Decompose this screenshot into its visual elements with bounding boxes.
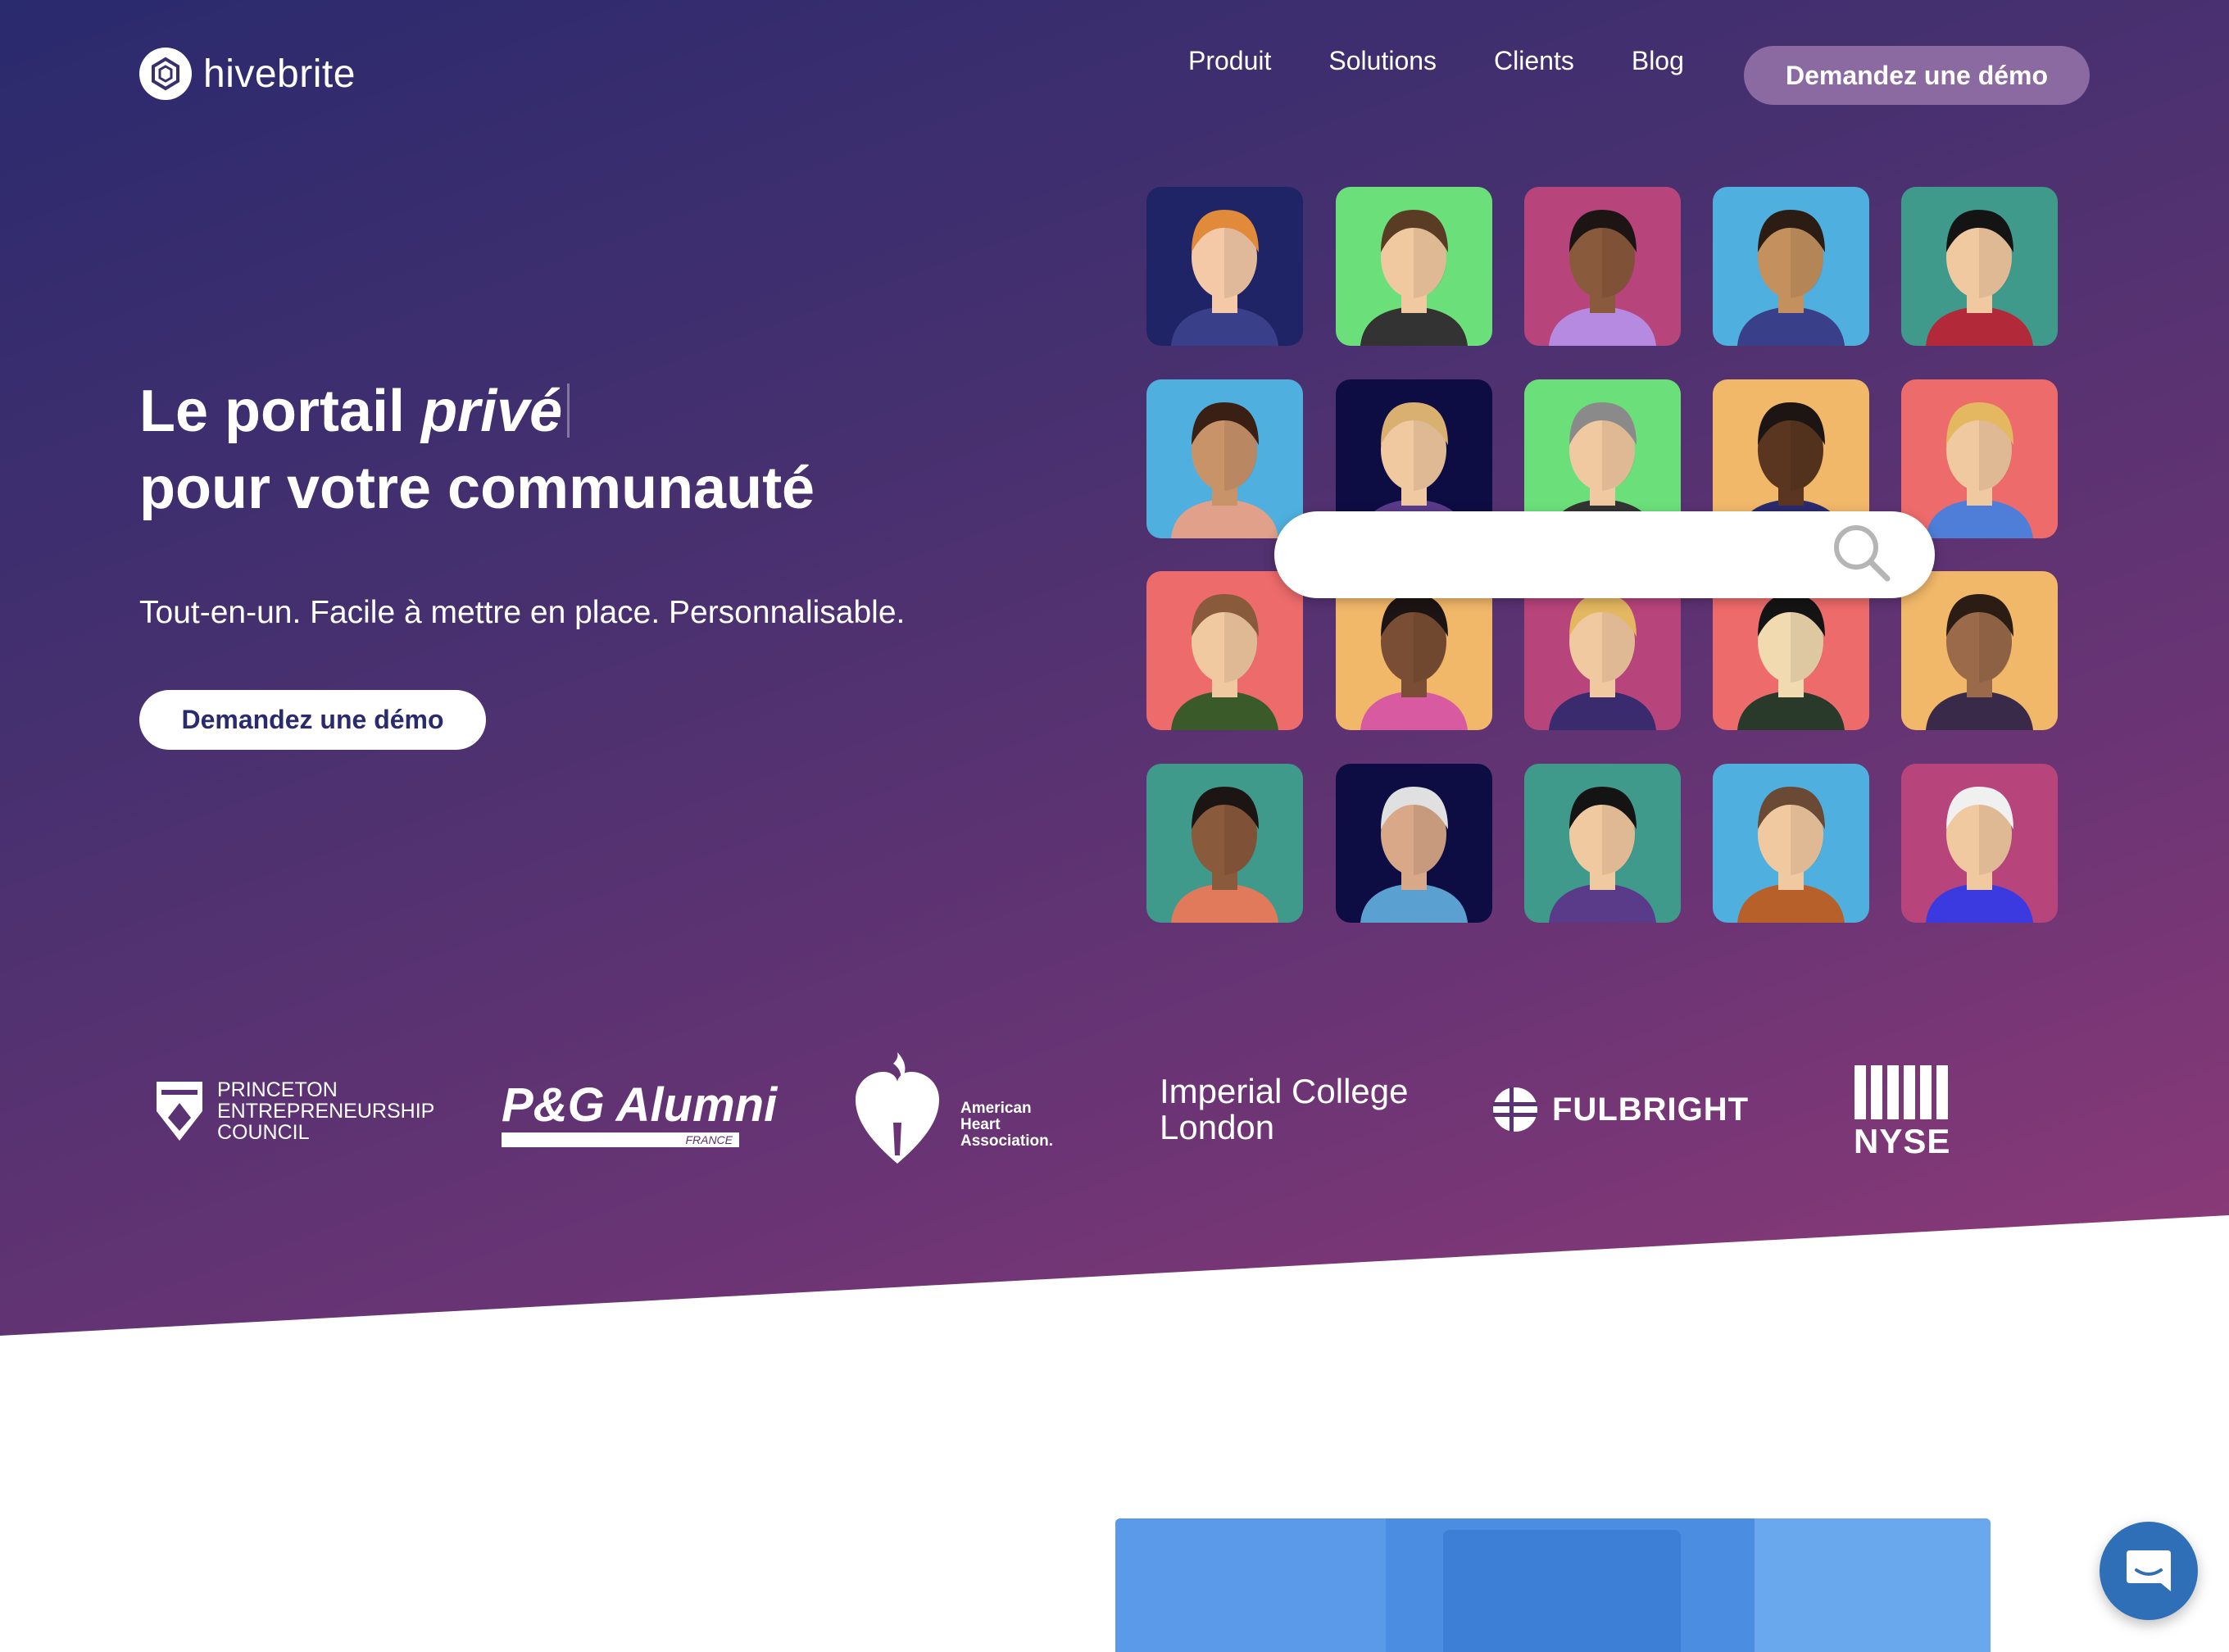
fulbright-text: FULBRIGHT	[1552, 1091, 1750, 1128]
nyse-columns-icon	[1854, 1065, 1948, 1119]
person-avatar-icon	[1360, 210, 1468, 346]
globe-icon	[1493, 1087, 1537, 1132]
shield-icon	[157, 1082, 202, 1141]
heart-torch-icon	[856, 1052, 939, 1164]
product-preview-image	[1115, 1518, 1991, 1652]
main-nav: Produit Solutions Clients Blog	[1188, 46, 1741, 76]
client-logo-pg-alumni: P&G Alumni FRANCE	[502, 1078, 778, 1147]
section-title-partial	[139, 1631, 795, 1652]
chat-launcher-button[interactable]	[2100, 1522, 2198, 1620]
person-avatar-icon	[1360, 787, 1468, 923]
avatar-tile	[1713, 187, 1869, 346]
client-logo-nyse: NYSE	[1854, 1065, 1950, 1160]
hexagon-logo-icon	[139, 48, 192, 100]
person-avatar-icon	[1549, 210, 1656, 346]
avatar-tile	[1146, 187, 1303, 346]
avatar-tile	[1901, 571, 2058, 730]
imperial-line2: London	[1160, 1108, 1275, 1146]
person-avatar-icon	[1926, 210, 2033, 346]
imperial-line1: Imperial College	[1160, 1072, 1409, 1110]
aha-line3: Association.	[960, 1132, 1053, 1150]
nav-item-produit[interactable]: Produit	[1188, 46, 1271, 76]
chat-icon	[2127, 1550, 2171, 1591]
avatar-tile	[1146, 571, 1303, 730]
person-avatar-icon	[1926, 402, 2033, 538]
avatar-tile	[1713, 764, 1869, 923]
headline-prefix: Le portail	[139, 379, 406, 444]
person-avatar-icon	[1926, 787, 2033, 923]
search-input[interactable]	[1315, 511, 1830, 598]
client-logo-princeton: PRINCETON ENTREPRENEURSHIP COUNCIL	[153, 1078, 434, 1144]
client-logo-aha: American Heart Association.	[852, 1049, 1053, 1169]
typing-caret	[567, 384, 570, 438]
avatar-tile	[1336, 764, 1492, 923]
pg-alumni-text: P&G Alumni	[502, 1078, 778, 1132]
brand-name: hivebrite	[203, 52, 356, 96]
person-avatar-icon	[1737, 787, 1845, 923]
person-avatar-icon	[1171, 787, 1278, 923]
nav-item-clients[interactable]: Clients	[1494, 46, 1574, 76]
aha-line1: American	[960, 1100, 1032, 1117]
nav-demo-button[interactable]: Demandez une démo	[1744, 46, 2090, 105]
client-logos: PRINCETON ENTREPRENEURSHIP COUNCIL P&G A…	[139, 1049, 1975, 1172]
search-bar[interactable]	[1274, 511, 1935, 598]
princeton-line1: PRINCETON	[217, 1078, 338, 1101]
avatar-tile	[1146, 764, 1303, 923]
avatar-tile	[1524, 764, 1681, 923]
person-avatar-icon	[1171, 210, 1278, 346]
aha-line2: Heart	[960, 1116, 1001, 1133]
pg-france-text: FRANCE	[685, 1133, 733, 1146]
princeton-line3: COUNCIL	[217, 1121, 310, 1144]
person-avatar-icon	[1171, 594, 1278, 730]
avatar-tile	[1901, 764, 2058, 923]
hero-subheadline: Tout-en-un. Facile à mettre en place. Pe…	[139, 595, 906, 630]
person-avatar-icon	[1171, 402, 1278, 538]
headline-emphasis: privé	[421, 379, 563, 444]
avatar-tile	[1901, 379, 2058, 538]
person-avatar-icon	[1926, 594, 2033, 730]
hero-demo-button[interactable]: Demandez une démo	[139, 690, 486, 750]
headline-line2: pour votre communauté	[139, 456, 815, 521]
nav-item-solutions[interactable]: Solutions	[1328, 46, 1437, 76]
avatar-tile	[1524, 187, 1681, 346]
nav-item-blog[interactable]: Blog	[1632, 46, 1684, 76]
avatar-tile	[1336, 187, 1492, 346]
princeton-line2: ENTREPRENEURSHIP	[217, 1100, 435, 1123]
hero-headline: Le portail privé pour votre communauté	[139, 373, 815, 527]
client-logo-imperial: Imperial College London	[1160, 1073, 1408, 1146]
nyse-text: NYSE	[1854, 1122, 1951, 1160]
avatar-tile	[1146, 379, 1303, 538]
client-logo-fulbright: FULBRIGHT	[1491, 1086, 1749, 1133]
person-avatar-icon	[1549, 787, 1656, 923]
search-icon[interactable]	[1830, 521, 1894, 589]
avatar-tile	[1901, 187, 2058, 346]
person-avatar-icon	[1737, 210, 1845, 346]
brand-logo[interactable]: hivebrite	[139, 48, 356, 100]
